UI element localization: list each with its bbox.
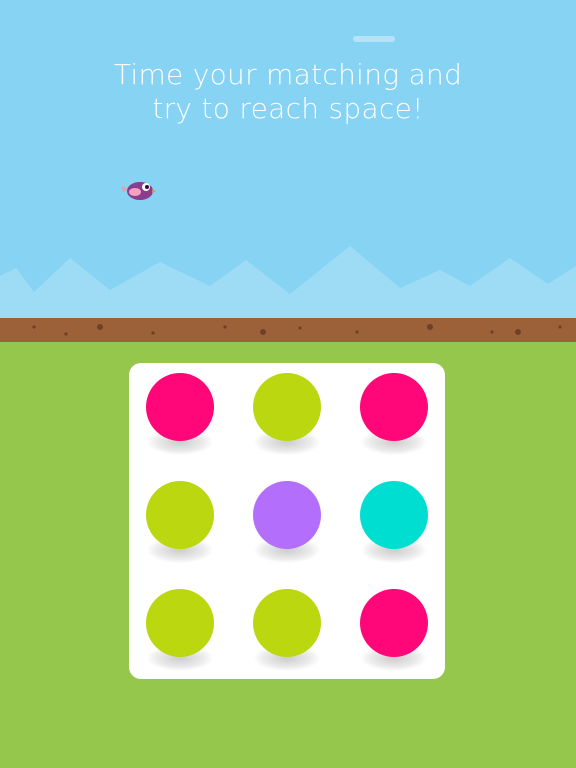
status-indicator bbox=[353, 36, 395, 42]
grid-cell-2-1 bbox=[135, 481, 225, 571]
instruction-line-1: Time your matching and bbox=[113, 58, 463, 91]
purple-dot[interactable] bbox=[253, 481, 321, 549]
grid-cell-1-1 bbox=[135, 373, 225, 463]
cyan-dot[interactable] bbox=[360, 481, 428, 549]
game-scene: Time your matching and try to reach spac… bbox=[0, 0, 576, 768]
grid-cell-3-3 bbox=[349, 589, 439, 679]
instruction-line-2: try to reach space! bbox=[152, 92, 424, 125]
instruction-text: Time your matching and try to reach spac… bbox=[0, 58, 576, 126]
mountain-range bbox=[0, 246, 576, 322]
grid-cell-2-3 bbox=[349, 481, 439, 571]
grid-cell-3-1 bbox=[135, 589, 225, 679]
purple-bird-icon bbox=[122, 182, 156, 200]
pink-dot[interactable] bbox=[360, 589, 428, 657]
lime-dot[interactable] bbox=[146, 589, 214, 657]
grid-cell-1-2 bbox=[242, 373, 332, 463]
dirt-strip bbox=[0, 318, 576, 342]
dirt-specks bbox=[32, 324, 562, 336]
match-board bbox=[129, 363, 445, 679]
lime-dot[interactable] bbox=[146, 481, 214, 549]
pink-dot[interactable] bbox=[360, 373, 428, 441]
grid-cell-2-2 bbox=[242, 481, 332, 571]
pink-dot[interactable] bbox=[146, 373, 214, 441]
grid-cell-1-3 bbox=[349, 373, 439, 463]
lime-dot[interactable] bbox=[253, 373, 321, 441]
grid-cell-3-2 bbox=[242, 589, 332, 679]
lime-dot[interactable] bbox=[253, 589, 321, 657]
